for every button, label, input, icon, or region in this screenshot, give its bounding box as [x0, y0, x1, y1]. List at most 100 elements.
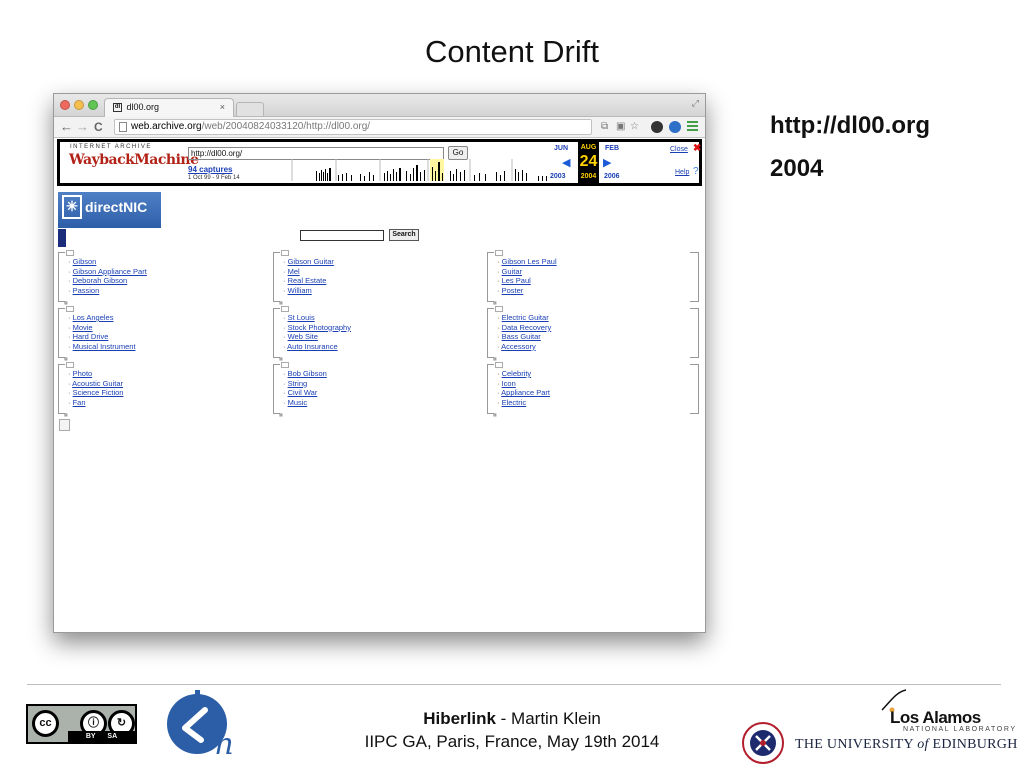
keyword-link[interactable]: Musical Instrument	[73, 342, 136, 351]
list-item: · Music	[283, 397, 308, 407]
maximize-window-icon[interactable]	[88, 100, 98, 110]
next-capture-icon[interactable]: ▶	[603, 156, 611, 169]
list-item: · Data Recovery	[497, 322, 552, 332]
keyword-link[interactable]: Gibson Guitar	[288, 257, 334, 266]
author-name: - Martin Klein	[495, 709, 601, 728]
keyword-link[interactable]: Data Recovery	[502, 323, 552, 332]
keyword-link[interactable]: Web Site	[288, 332, 318, 341]
keyword-link[interactable]: Civil War	[288, 388, 318, 397]
keyword-link[interactable]: Movie	[73, 323, 93, 332]
bracket-decoration	[487, 252, 494, 302]
search-input[interactable]	[300, 230, 384, 241]
keyword-link[interactable]: Auto Insurance	[287, 342, 337, 351]
keyword-link[interactable]: Bass Guitar	[502, 332, 541, 341]
keyword-link[interactable]: Music	[288, 398, 308, 407]
list-item: · Gibson Appliance Part	[68, 266, 147, 276]
keyword-link[interactable]: Electric	[502, 398, 527, 407]
keyword-link[interactable]: Acoustic Guitar	[72, 379, 123, 388]
keyword-link[interactable]: Electric Guitar	[502, 313, 549, 322]
list-item: · Auto Insurance	[283, 341, 338, 351]
keyword-link[interactable]: Gibson Appliance Part	[73, 267, 147, 276]
tab-close-icon[interactable]: ×	[220, 99, 225, 116]
captures-link[interactable]: 94 captures	[188, 165, 232, 174]
keyword-link[interactable]: Real Estate	[288, 276, 327, 285]
prev-month-link[interactable]: JUN	[554, 145, 568, 152]
cast-icon[interactable]: ⧉	[601, 120, 608, 134]
forward-icon[interactable]: →	[76, 119, 89, 135]
keyword-link[interactable]: Photo	[73, 369, 93, 378]
box-decoration	[281, 306, 289, 312]
edinburgh-of: of	[917, 737, 929, 752]
wayback-close-link[interactable]: Close	[670, 146, 688, 153]
keyword-link[interactable]: Les Paul	[502, 276, 531, 285]
favicon-icon: dl	[113, 103, 122, 113]
reload-icon[interactable]: C	[94, 119, 103, 135]
keyword-link[interactable]: Los Angeles	[73, 313, 114, 322]
keyword-link[interactable]: Bob Gibson	[288, 369, 327, 378]
link-block: · Los Angeles · Movie · Hard Drive · Musica…	[58, 306, 268, 361]
extension-icon[interactable]	[651, 121, 663, 133]
close-window-icon[interactable]	[60, 100, 70, 110]
fullscreen-icon[interactable]: ⤢	[692, 98, 699, 109]
search-button[interactable]: Search	[389, 229, 419, 241]
page-action-icon[interactable]: ▣	[616, 120, 625, 134]
tab-title: dl00.org	[126, 102, 160, 112]
keyword-link[interactable]: Mel	[288, 267, 300, 276]
keyword-link[interactable]: String	[288, 379, 308, 388]
prev-year-link[interactable]: 2003	[550, 173, 566, 180]
keyword-link[interactable]: Stock Photography	[288, 323, 351, 332]
next-year-link[interactable]: 2006	[604, 173, 620, 180]
minimize-window-icon[interactable]	[74, 100, 84, 110]
box-decoration	[281, 362, 289, 368]
keyword-link[interactable]: Gibson Les Paul	[502, 257, 557, 266]
close-icon[interactable]: ✖	[693, 143, 701, 154]
list-item: · St Louis	[283, 313, 315, 322]
list-item: · Civil War	[283, 388, 318, 398]
link-list: · Los Angeles · Movie · Hard Drive · Musica…	[68, 313, 136, 351]
wayback-help-link[interactable]: Help	[675, 169, 689, 176]
address-bar[interactable]: web.archive.org/web/20040824033120/http:…	[114, 119, 592, 135]
directnic-logo[interactable]: ✳ directNIC	[58, 192, 161, 228]
list-item: · Guitar	[497, 266, 523, 276]
box-decoration	[66, 250, 74, 256]
keyword-link[interactable]: Poster	[502, 286, 524, 295]
bookmark-star-icon[interactable]: ☆	[630, 120, 639, 134]
new-tab-button[interactable]	[236, 102, 264, 116]
link-list: · Celebrity · Icon · Appliance Part · Elect…	[497, 369, 550, 407]
wayback-go-button[interactable]: Go	[448, 146, 468, 160]
keyword-link[interactable]: Gibson	[73, 257, 97, 266]
help-icon[interactable]: ?	[693, 166, 699, 177]
list-item: · William	[283, 285, 312, 295]
directnic-logo-text: directNIC	[85, 199, 148, 215]
keyword-link[interactable]: Icon	[502, 379, 516, 388]
broken-image-icon	[59, 419, 70, 431]
browser-tab[interactable]: dl dl00.org ×	[104, 98, 234, 117]
corner-icon: ▦	[493, 300, 497, 305]
link-block: · Bob Gibson · String · Civil War · Music ▦	[273, 362, 483, 417]
keyword-link[interactable]: Accessory	[501, 342, 536, 351]
corner-icon: ▦	[493, 356, 497, 361]
link-block: · Celebrity · Icon · Appliance Part · Elect…	[487, 362, 697, 417]
prev-capture-icon[interactable]: ◀	[562, 156, 570, 169]
keyword-link[interactable]: Science Fiction	[73, 388, 124, 397]
list-item: · Gibson Guitar	[283, 257, 334, 266]
extension-blocker-icon[interactable]	[669, 121, 681, 133]
keyword-link[interactable]: Appliance Part	[501, 388, 550, 397]
keyword-link[interactable]: St Louis	[288, 313, 315, 322]
keyword-link[interactable]: Celebrity	[502, 369, 532, 378]
keyword-link[interactable]: William	[288, 286, 312, 295]
keyword-link[interactable]: Deborah Gibson	[73, 276, 128, 285]
keyword-link[interactable]: Passion	[73, 286, 100, 295]
wayback-logo[interactable]: WaybackMachine	[69, 152, 199, 168]
back-icon[interactable]: ←	[60, 119, 73, 135]
link-list: · Gibson · Gibson Appliance Part · Deborah…	[68, 257, 147, 295]
keyword-link[interactable]: Hard Drive	[73, 332, 109, 341]
capture-sparkline[interactable]	[280, 159, 550, 181]
right-bracket-decoration	[690, 308, 699, 358]
next-month-link[interactable]: FEB	[605, 145, 619, 152]
keyword-link[interactable]: Guitar	[502, 267, 522, 276]
bracket-decoration	[273, 252, 280, 302]
menu-icon[interactable]	[687, 121, 698, 131]
cc-by-label: BY	[85, 733, 96, 740]
keyword-link[interactable]: Fan	[73, 398, 86, 407]
